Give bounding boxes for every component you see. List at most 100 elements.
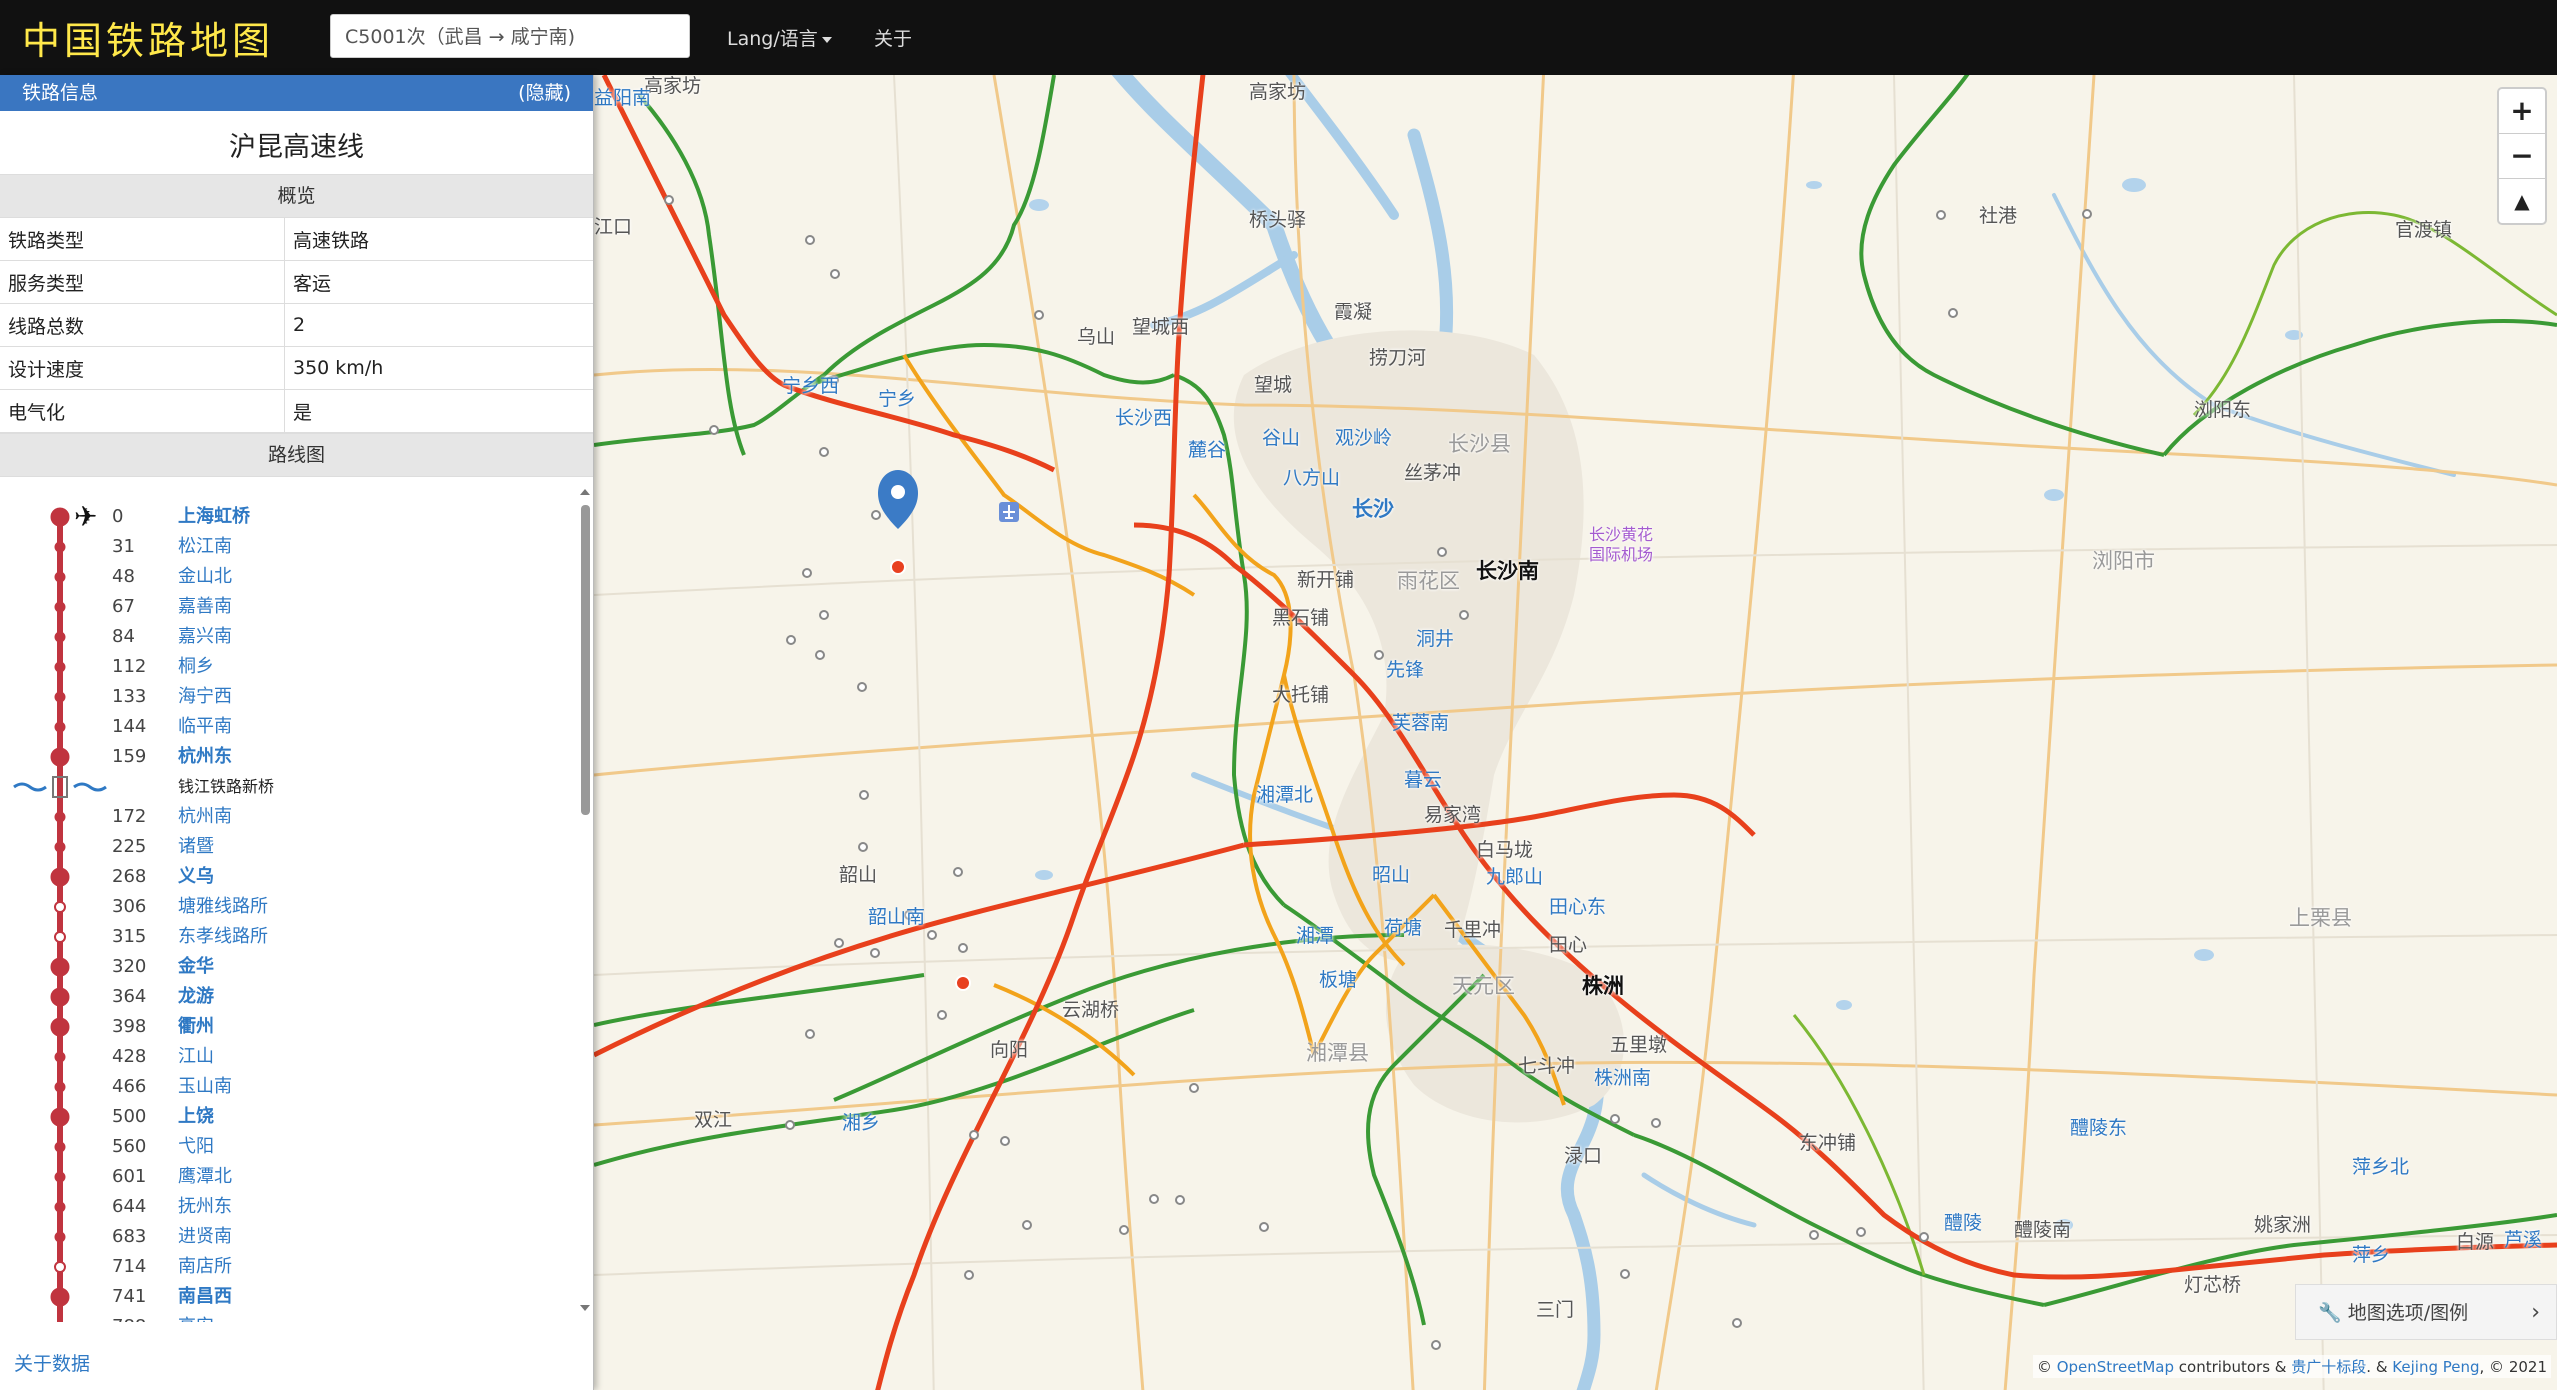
station-name-link[interactable]: 东孝线路所 <box>178 922 268 952</box>
station-name-link[interactable]: 进贤南 <box>178 1222 232 1252</box>
route-station-row[interactable]: 48 金山北 <box>0 562 560 592</box>
map-label-xinkaipu: 新开铺 <box>1297 569 1355 591</box>
station-name-link[interactable]: 海宁西 <box>178 682 232 712</box>
search-input[interactable]: C5001次（武昌 → 咸宁南) <box>330 14 690 58</box>
station-name-link[interactable]: 塘雅线路所 <box>178 892 268 922</box>
station-name-link[interactable]: 诸暨 <box>178 832 214 862</box>
route-station-row[interactable]: 159 杭州东 <box>0 742 560 772</box>
station-distance: 788 <box>112 1312 172 1322</box>
map-label-wangchengxi: 望城西 <box>1132 316 1190 338</box>
reset-north-button[interactable]: ▲ <box>2499 179 2545 223</box>
attribution-text: contributors & <box>2178 1358 2287 1376</box>
route-scrollbar[interactable] <box>579 487 591 1317</box>
author-link[interactable]: 贵广十标段 <box>2291 1358 2366 1376</box>
route-station-row[interactable]: 364 龙游 <box>0 982 560 1012</box>
route-station-row[interactable]: 500 上饶 <box>0 1102 560 1132</box>
osm-link[interactable]: OpenStreetMap <box>2057 1358 2174 1376</box>
station-distance: 144 <box>112 716 147 737</box>
station-name-link[interactable]: 鹰潭北 <box>178 1162 232 1192</box>
site-brand[interactable]: 中国铁路地图 <box>22 10 274 65</box>
station-name-link[interactable]: 松江南 <box>178 532 232 562</box>
route-station-row[interactable]: 67 嘉善南 <box>0 592 560 622</box>
route-station-row[interactable]: 315 东孝线路所 <box>0 922 560 952</box>
map-label-zhuzhou: 株洲 <box>1582 974 1624 998</box>
table-row: 线路总数 2 <box>0 303 593 347</box>
route-station-row[interactable]: 84 嘉兴南 <box>0 622 560 652</box>
station-name-link[interactable]: 金山北 <box>178 562 232 592</box>
about-link[interactable]: 关于 <box>874 24 912 51</box>
station-name-link[interactable]: 玉山南 <box>178 1072 232 1102</box>
rivers <box>1111 75 2456 1390</box>
hide-panel-button[interactable]: (隐藏) <box>518 75 571 111</box>
about-data-link[interactable]: 关于数据 <box>14 1349 90 1376</box>
station-name-link[interactable]: 上海虹桥 <box>178 502 250 532</box>
copyright-symbol: © <box>2036 1358 2052 1376</box>
route-station-row[interactable]: 714 南店所 <box>0 1252 560 1282</box>
map-label-changshaxian: 长沙县 <box>1448 432 1511 456</box>
station-name-link[interactable]: 桐乡 <box>178 652 214 682</box>
map-label-simaochong: 丝茅冲 <box>1404 462 1462 484</box>
station-name-link[interactable]: 衢州 <box>178 1012 214 1042</box>
route-station-row[interactable]: 0 上海虹桥 <box>0 502 560 532</box>
route-station-row[interactable]: 133 海宁西 <box>0 682 560 712</box>
route-station-row[interactable]: 788 高安 <box>0 1312 560 1322</box>
route-station-row[interactable]: 683 进贤南 <box>0 1222 560 1252</box>
route-station-row[interactable]: 268 义乌 <box>0 862 560 892</box>
language-dropdown[interactable]: Lang/语言 <box>727 24 832 51</box>
map-view[interactable]: 高家坊 益阳南 江口 高家坊 桥头驿 社港 官渡镇 霞凝 捞刀河 乌山 望城西 … <box>594 75 2557 1390</box>
station-name-link[interactable]: 龙游 <box>178 982 214 1012</box>
station-name-link[interactable]: 上饶 <box>178 1102 214 1132</box>
map-label-gaojiafang: 高家坊 <box>644 75 702 97</box>
route-station-row[interactable]: 31 松江南 <box>0 532 560 562</box>
route-station-row[interactable]: 钱江铁路新桥 <box>0 772 560 802</box>
route-station-row[interactable]: 644 抚州东 <box>0 1192 560 1222</box>
table-row: 设计速度 350 km/h <box>0 346 593 390</box>
station-distance: 466 <box>112 1076 147 1097</box>
map-label-yuhuaqu: 雨花区 <box>1397 569 1460 593</box>
route-station-row[interactable]: 172 杭州南 <box>0 802 560 832</box>
station-name-link[interactable]: 嘉善南 <box>178 592 232 622</box>
station-name-link[interactable]: 南店所 <box>178 1252 232 1282</box>
station-distance: 225 <box>112 836 147 857</box>
kejing-peng-link[interactable]: Kejing Peng <box>2392 1358 2479 1376</box>
station-distance: 741 <box>112 1286 147 1307</box>
station-name-link[interactable]: 弋阳 <box>178 1132 214 1162</box>
route-station-row[interactable]: 306 塘雅线路所 <box>0 892 560 922</box>
route-station-row[interactable]: 741 南昌西 <box>0 1282 560 1312</box>
route-station-row[interactable]: 601 鹰潭北 <box>0 1162 560 1192</box>
route-station-row[interactable]: 144 临平南 <box>0 712 560 742</box>
map-label-zhuzhounan: 株洲南 <box>1594 1067 1652 1089</box>
route-station-row[interactable]: 428 江山 <box>0 1042 560 1072</box>
map-label-yiyangnan: 益阳南 <box>594 87 652 109</box>
map-label-changshaxi: 长沙西 <box>1115 407 1173 429</box>
station-name-link[interactable]: 杭州东 <box>178 742 232 772</box>
route-station-row[interactable]: 398 衢州 <box>0 1012 560 1042</box>
scroll-thumb[interactable] <box>581 505 590 815</box>
map-label-xiangnan: 向阳 <box>990 1039 1029 1061</box>
station-name-link[interactable]: 金华 <box>178 952 214 982</box>
zoom-out-button[interactable]: − <box>2499 134 2545 179</box>
route-station-row[interactable]: 225 诸暨 <box>0 832 560 862</box>
map-options-button[interactable]: 🔧 地图选项/图例 › <box>2295 1284 2557 1340</box>
station-name-link[interactable]: 江山 <box>178 1042 214 1072</box>
map-label-dongjing: 洞井 <box>1416 628 1455 650</box>
route-station-row[interactable]: 466 玉山南 <box>0 1072 560 1102</box>
info-key: 铁路类型 <box>0 218 285 261</box>
station-name-link[interactable]: 嘉兴南 <box>178 622 232 652</box>
station-name-link[interactable]: 临平南 <box>178 712 232 742</box>
zoom-controls: + − ▲ <box>2497 87 2547 225</box>
station-name-link[interactable]: 杭州南 <box>178 802 232 832</box>
station-name-link[interactable]: 抚州东 <box>178 1192 232 1222</box>
table-row: 铁路类型 高速铁路 <box>0 218 593 261</box>
route-station-row[interactable]: 320 金华 <box>0 952 560 982</box>
station-name-link[interactable]: 南昌西 <box>178 1282 232 1312</box>
language-label: Lang/语言 <box>727 28 818 50</box>
station-name-link[interactable]: 高安 <box>178 1312 214 1322</box>
map-label-dengxinqiao: 灯芯桥 <box>2184 1274 2242 1296</box>
zoom-in-button[interactable]: + <box>2499 89 2545 134</box>
station-name-link[interactable]: 义乌 <box>178 862 214 892</box>
route-station-row[interactable]: 112 桐乡 <box>0 652 560 682</box>
route-station-row[interactable]: 560 弋阳 <box>0 1132 560 1162</box>
map-canvas[interactable] <box>594 75 2557 1390</box>
table-row: 电气化是 <box>0 389 593 433</box>
